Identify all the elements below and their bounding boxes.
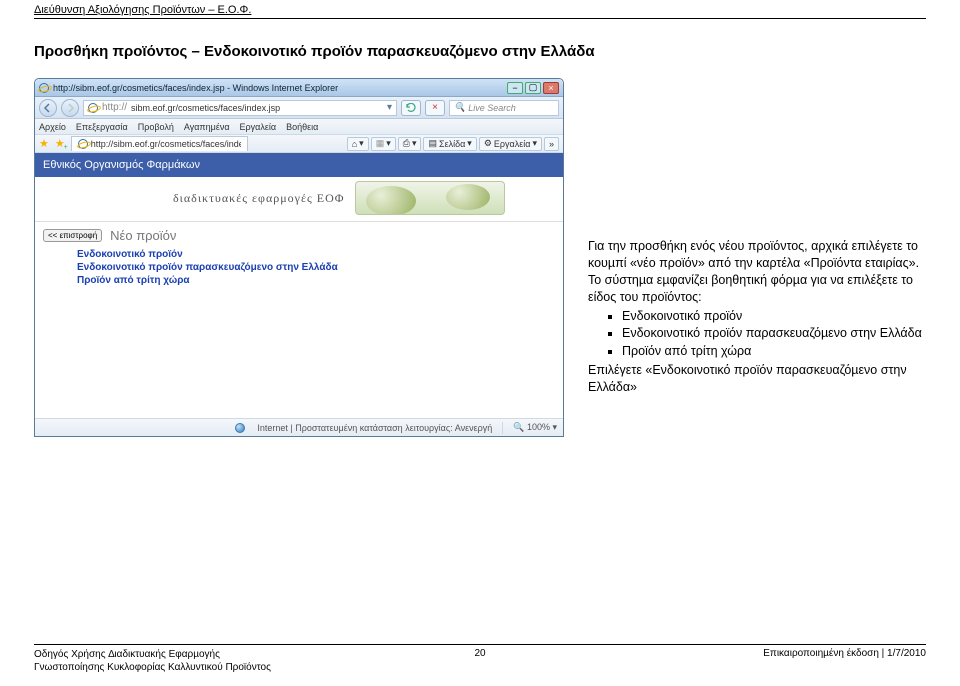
gear-icon: ⚙	[484, 138, 492, 149]
minimize-button[interactable]: −	[507, 82, 523, 94]
security-zone-text: Internet | Προστατευμένη κατάσταση λειτο…	[257, 423, 492, 433]
toolbar-buttons: ⌂▾ ▦▾ ⎙▾ ▤Σελίδα▾ ⚙Εργαλεία▾ »	[347, 137, 559, 151]
menu-favorites[interactable]: Αγαπημένα	[184, 122, 230, 132]
content-row: http:// sibm.eof.gr/cosmetics/faces/index…	[34, 78, 926, 437]
page-title: Προσθήκη προϊόντος – Ενδοκοινοτικό προϊό…	[34, 43, 926, 60]
footer-right: Επικαιροποιηµένη έκδοση | 1/7/2010	[763, 648, 926, 659]
org-banner: Εθνικός Οργανισμός Φαρμάκων	[35, 153, 563, 177]
instruction-bullets: Ενδοκοινοτικό προϊόν Ενδοκοινοτικό προϊό…	[588, 308, 926, 361]
back-link-button[interactable]: << επιστροφή	[43, 229, 102, 242]
bullet-3: Προϊόν από τρίτη χώρα	[622, 343, 926, 360]
nav-toolbar: http:// sibm.eof.gr/cosmetics/faces/index…	[35, 97, 563, 119]
link-intracommunity-greece[interactable]: Ενδοκοινοτικό προϊόν παρασκευαζόμενο στη…	[77, 262, 555, 273]
window-title: http://sibm.eof.gr/cosmetics/faces/index…	[53, 83, 503, 93]
window-buttons: − ▢ ×	[507, 82, 559, 94]
page-content: << επιστροφή Νέο προϊόν Ενδοκοινοτικό πρ…	[35, 222, 563, 418]
tab-favicon-icon	[78, 139, 88, 149]
refresh-button[interactable]	[401, 100, 421, 116]
window-titlebar: http://sibm.eof.gr/cosmetics/faces/index…	[35, 79, 563, 97]
favorites-bar: ★ ★+ http://sibm.eof.gr/cosmetics/faces/…	[35, 135, 563, 153]
menu-view[interactable]: Προβολή	[138, 122, 174, 132]
footer-left: Οδηγός Χρήσης ∆ιαδικτυακής Εφαρµογής Γνω…	[34, 648, 271, 674]
print-button[interactable]: ⎙▾	[398, 137, 422, 151]
globe-icon	[235, 423, 245, 433]
instruction-text: Για την προσθήκη ενός νέου προϊόντος, αρ…	[588, 78, 926, 396]
doc-header: Διεύθυνση Αξιολόγησης Προϊόντων – Ε.Ο.Φ.	[34, 0, 926, 18]
search-box[interactable]: 🔍 Live Search	[449, 100, 559, 116]
link-third-country[interactable]: Προϊόν από τρίτη χώρα	[77, 275, 555, 286]
instruction-p1: Για την προσθήκη ενός νέου προϊόντος, αρ…	[588, 238, 926, 306]
status-bar: Internet | Προστατευμένη κατάσταση λειτο…	[35, 418, 563, 436]
breadcrumb-row: << επιστροφή Νέο προϊόν	[43, 228, 555, 243]
footer-page-number: 20	[474, 648, 485, 659]
apps-header-row: διαδικτυακές εφαρμογές ΕΟΦ	[35, 177, 563, 222]
search-icon: 🔍	[454, 102, 465, 113]
header-rule	[34, 18, 926, 19]
page-icon: ▤	[428, 138, 437, 149]
menu-edit[interactable]: Επεξεργασία	[76, 122, 128, 132]
page-favicon-icon	[88, 103, 98, 113]
tab-label: http://sibm.eof.gr/cosmetics/faces/index…	[91, 139, 241, 149]
address-bar[interactable]: http:// sibm.eof.gr/cosmetics/faces/index…	[83, 100, 397, 116]
home-icon: ⌂	[352, 139, 357, 149]
url-text: sibm.eof.gr/cosmetics/faces/index.jsp	[131, 103, 383, 113]
back-nav-button[interactable]	[39, 99, 57, 117]
dropdown-icon[interactable]: ▾	[387, 102, 392, 113]
forward-nav-button[interactable]	[61, 99, 79, 117]
chevron-right-icon: »	[549, 139, 554, 149]
arrow-left-icon	[43, 103, 53, 113]
screenshot-column: http:// sibm.eof.gr/cosmetics/faces/index…	[34, 78, 564, 437]
page-viewport: Εθνικός Οργανισμός Φαρμάκων διαδικτυακές…	[35, 153, 563, 418]
refresh-icon	[406, 103, 416, 113]
add-favorite-icon[interactable]: ★+	[55, 137, 65, 150]
header-image	[355, 181, 505, 215]
close-button[interactable]: ×	[543, 82, 559, 94]
zoom-icon[interactable]: 🔍 100% ▾	[513, 422, 557, 433]
chevrons-button[interactable]: »	[544, 137, 559, 151]
link-intracommunity[interactable]: Ενδοκοινοτικό προϊόν	[77, 249, 555, 260]
print-icon: ⎙	[403, 138, 410, 149]
tools-menu-button[interactable]: ⚙Εργαλεία▾	[479, 137, 542, 151]
bullet-2: Ενδοκοινοτικό προϊόν παρασκευαζόµενο στη…	[622, 325, 926, 342]
rss-icon: ▦	[376, 138, 385, 149]
browser-window: http:// sibm.eof.gr/cosmetics/faces/index…	[34, 78, 564, 437]
menu-file[interactable]: Αρχείο	[39, 122, 66, 132]
favorites-star-icon[interactable]: ★	[39, 137, 49, 150]
page-footer: Οδηγός Χρήσης ∆ιαδικτυακής Εφαρµογής Γνω…	[34, 644, 926, 674]
bullet-1: Ενδοκοινοτικό προϊόν	[622, 308, 926, 325]
url-prefix: http://	[102, 102, 127, 113]
browser-tab[interactable]: http://sibm.eof.gr/cosmetics/faces/index…	[71, 136, 248, 151]
stop-button[interactable]: ×	[425, 100, 445, 116]
arrow-right-icon	[65, 103, 75, 113]
search-placeholder: Live Search	[468, 103, 516, 113]
feeds-button[interactable]: ▦▾	[371, 137, 396, 151]
menu-tools[interactable]: Εργαλεία	[240, 122, 277, 132]
page-menu-button[interactable]: ▤Σελίδα▾	[423, 137, 476, 151]
maximize-button[interactable]: ▢	[525, 82, 541, 94]
ie-icon	[39, 83, 49, 93]
menu-bar: Αρχείο Επεξεργασία Προβολή Αγαπημένα Εργ…	[35, 119, 563, 135]
product-type-links: Ενδοκοινοτικό προϊόν Ενδοκοινοτικό προϊό…	[77, 249, 555, 286]
apps-label: διαδικτυακές εφαρμογές ΕΟΦ	[173, 191, 345, 206]
section-title: Νέο προϊόν	[110, 228, 176, 243]
instruction-p2: Επιλέγετε «Ενδοκοινοτικό προϊόν παρασκευ…	[588, 362, 926, 396]
menu-help[interactable]: Βοήθεια	[286, 122, 318, 132]
home-button[interactable]: ⌂▾	[347, 137, 369, 151]
